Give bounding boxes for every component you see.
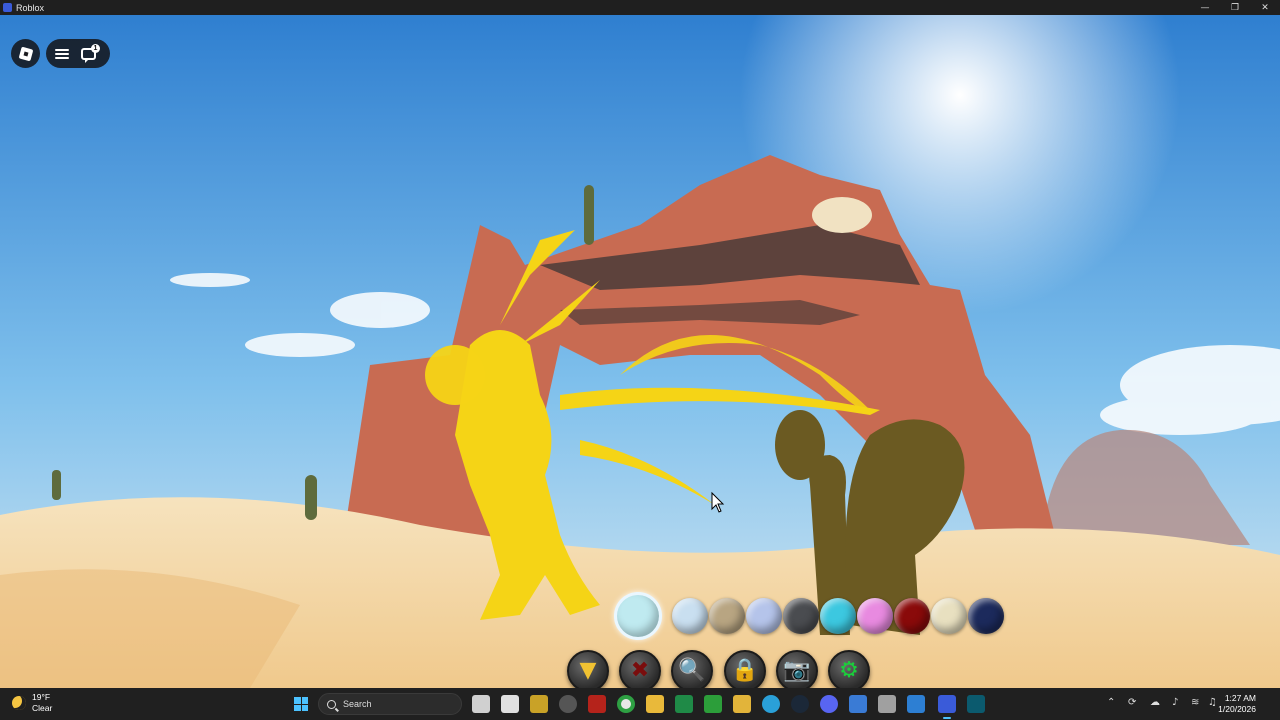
roblox-topbar-pill: 1	[46, 39, 110, 68]
excel-icon[interactable]	[675, 695, 693, 713]
game-scene	[0, 15, 1280, 688]
minimize-button[interactable]: —	[1190, 0, 1220, 15]
task-view-icon[interactable]	[472, 695, 490, 713]
lock-tool-button[interactable]: 🔒	[724, 650, 766, 688]
weather-temp: 19°F	[32, 692, 51, 702]
color-swatch-lavender-blue[interactable]	[746, 598, 782, 634]
minecraft-icon[interactable]	[704, 695, 722, 713]
start-button[interactable]	[294, 697, 308, 711]
moon-icon	[12, 696, 26, 710]
build-tool-icon: ▼	[579, 658, 597, 683]
bing-icon[interactable]	[907, 695, 925, 713]
edge-icon[interactable]	[762, 695, 780, 713]
file-explorer-icon[interactable]	[646, 695, 664, 713]
clock[interactable]: 1:27 AM 1/20/2026	[1218, 693, 1256, 715]
clock-app-icon[interactable]	[559, 695, 577, 713]
window-titlebar: Roblox — ❐ ✕	[0, 0, 1280, 15]
roblox-menu-button[interactable]	[11, 39, 40, 68]
chrome-icon[interactable]	[617, 695, 635, 713]
color-swatch-cream[interactable]	[931, 598, 967, 634]
close-button[interactable]: ✕	[1250, 0, 1280, 15]
search-icon	[327, 699, 336, 709]
color-swatch-pale-blue[interactable]	[672, 598, 708, 634]
settings-tool-icon: ⚙	[839, 658, 859, 683]
clock-time: 1:27 AM	[1224, 693, 1256, 703]
wifi-icon[interactable]: ≋	[1191, 697, 1199, 708]
chat-badge: 1	[91, 43, 100, 53]
settings-tool-button[interactable]: ⚙	[828, 650, 870, 688]
calculator-icon[interactable]	[878, 695, 896, 713]
search-placeholder: Search	[343, 699, 372, 709]
roblox-logo-icon	[18, 46, 33, 61]
hamburger-icon[interactable]	[55, 48, 69, 59]
weather-widget[interactable]: 19°F Clear	[12, 692, 52, 714]
discord-icon[interactable]	[820, 695, 838, 713]
sync-icon[interactable]: ⟳	[1128, 697, 1136, 708]
mic-icon[interactable]: ♪	[1172, 697, 1178, 708]
color-swatch-dark-red[interactable]	[894, 598, 930, 634]
weather-condition: Clear	[32, 703, 53, 713]
terminal-icon[interactable]	[967, 695, 985, 713]
volume-icon[interactable]: ♫	[1208, 697, 1217, 708]
steam-icon[interactable]	[791, 695, 809, 713]
color-swatch-pink[interactable]	[857, 598, 893, 634]
build-tool-button[interactable]: ▼	[567, 650, 609, 688]
screen: Roblox — ❐ ✕ 1 ▼ ✖ 🔍 🔒 📷 ⚙ 19°F Clear Se…	[0, 0, 1280, 720]
game-viewport[interactable]: 1 ▼ ✖ 🔍 🔒 📷 ⚙	[0, 15, 1280, 688]
color-swatch-light-cyan[interactable]	[614, 592, 662, 640]
store-icon[interactable]	[501, 695, 519, 713]
photos-icon[interactable]	[849, 695, 867, 713]
chat-icon[interactable]: 1	[81, 43, 100, 63]
clock-date: 1/20/2026	[1218, 704, 1256, 714]
color-swatch-cyan[interactable]	[820, 598, 856, 634]
taskbar-search[interactable]: Search	[318, 693, 462, 715]
inspect-tool-icon: 🔍	[678, 658, 706, 683]
delete-tool-button[interactable]: ✖	[619, 650, 661, 688]
camera-tool-button[interactable]: 📷	[776, 650, 818, 688]
camera-tool-icon: 📷	[783, 658, 811, 683]
color-swatch-navy[interactable]	[968, 598, 1004, 634]
roblox-taskbar-icon[interactable]	[938, 695, 956, 719]
window-title: Roblox	[16, 2, 45, 13]
star-app-icon[interactable]	[530, 695, 548, 713]
inspect-tool-button[interactable]: 🔍	[671, 650, 713, 688]
maximize-button[interactable]: ❐	[1220, 0, 1250, 15]
color-swatch-tan[interactable]	[709, 598, 745, 634]
roblox-app-icon	[3, 3, 12, 12]
tray-overflow-icon[interactable]: ⌃	[1107, 697, 1115, 708]
color-swatch-dark-gray[interactable]	[783, 598, 819, 634]
red-app-icon[interactable]	[588, 695, 606, 713]
stack-app-icon[interactable]	[733, 695, 751, 713]
lock-tool-icon: 🔒	[731, 658, 759, 683]
taskbar: 19°F Clear Search ⌃ ⟳ ☁ ♪ ≋ ♫ 1:27 AM 1/…	[0, 688, 1280, 720]
cloud-icon[interactable]: ☁	[1150, 697, 1160, 708]
delete-tool-icon: ✖	[630, 658, 650, 683]
